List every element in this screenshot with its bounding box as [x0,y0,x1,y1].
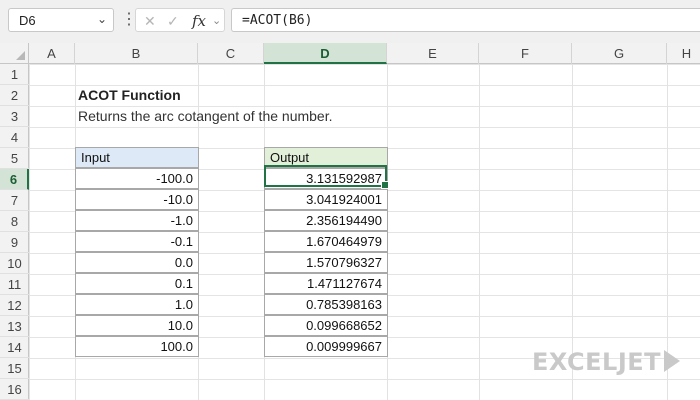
input-cell[interactable]: 0.0 [75,252,199,273]
check-icon[interactable]: ✓ [167,10,179,32]
row-header-12[interactable]: 12 [0,295,29,316]
input-cell[interactable]: -1.0 [75,210,199,231]
row-header-8[interactable]: 8 [0,211,29,232]
column-header-h[interactable]: H [667,43,700,64]
logo-arrow-icon [664,350,680,372]
row-header-15[interactable]: 15 [0,358,29,379]
formula-buttons: ✕ ✓ fx ⌄ [135,8,225,32]
formula-input[interactable]: =ACOT(B6) [231,8,700,32]
row-header-10[interactable]: 10 [0,253,29,274]
formula-text: =ACOT(B6) [242,13,313,28]
cancel-icon[interactable]: ✕ [144,10,156,32]
column-header-g[interactable]: G [572,43,667,64]
output-cell[interactable]: 1.670464979 [264,231,388,252]
output-cell[interactable]: 0.009999667 [264,336,388,357]
column-header-a[interactable]: A [29,43,75,64]
input-cell[interactable]: 100.0 [75,336,199,357]
row-header-13[interactable]: 13 [0,316,29,337]
select-all-button[interactable] [0,43,29,64]
chevron-down-icon[interactable]: ⌄ [212,10,221,32]
output-cell[interactable]: 0.099668652 [264,315,388,336]
column-header-d[interactable]: D [264,43,387,64]
name-box-value: D6 [19,13,36,28]
output-cell[interactable]: 1.471127674 [264,273,388,294]
input-cell[interactable]: 0.1 [75,273,199,294]
exceljet-logo: EXCELJET [532,348,680,376]
column-header-c[interactable]: C [198,43,264,64]
input-cell[interactable]: -0.1 [75,231,199,252]
input-cell[interactable]: -10.0 [75,189,199,210]
row-header-6[interactable]: 6 [0,169,29,190]
output-header-cell[interactable]: Output [264,147,388,168]
row-header-16[interactable]: 16 [0,379,29,400]
select-all-triangle-icon [16,51,25,60]
output-cell[interactable]: 2.356194490 [264,210,388,231]
chevron-down-icon[interactable]: ⌄ [97,12,107,26]
logo-text: EXCELJET [532,348,661,376]
row-header-3[interactable]: 3 [0,106,29,127]
input-cell[interactable]: 1.0 [75,294,199,315]
sheet-subtitle[interactable]: Returns the arc cotangent of the number. [78,108,333,124]
row-header-1[interactable]: 1 [0,64,29,85]
column-header-b[interactable]: B [75,43,198,64]
grid-line [479,64,480,400]
output-cell[interactable]: 3.041924001 [264,189,388,210]
row-header-14[interactable]: 14 [0,337,29,358]
input-header-cell[interactable]: Input [75,147,199,168]
row-header-4[interactable]: 4 [0,127,29,148]
input-cell[interactable]: 10.0 [75,315,199,336]
output-cell[interactable]: 3.131592987 [264,168,388,189]
name-box[interactable]: D6 ⌄ [8,8,114,32]
row-header-5[interactable]: 5 [0,148,29,169]
row-header-2[interactable]: 2 [0,85,29,106]
column-header-f[interactable]: F [479,43,572,64]
insert-function-icon[interactable]: fx [192,10,206,32]
row-header-11[interactable]: 11 [0,274,29,295]
row-header-7[interactable]: 7 [0,190,29,211]
output-cell[interactable]: 1.570796327 [264,252,388,273]
input-cell[interactable]: -100.0 [75,168,199,189]
column-header-e[interactable]: E [387,43,479,64]
sheet-title[interactable]: ACOT Function [78,87,181,103]
row-header-9[interactable]: 9 [0,232,29,253]
output-cell[interactable]: 0.785398163 [264,294,388,315]
